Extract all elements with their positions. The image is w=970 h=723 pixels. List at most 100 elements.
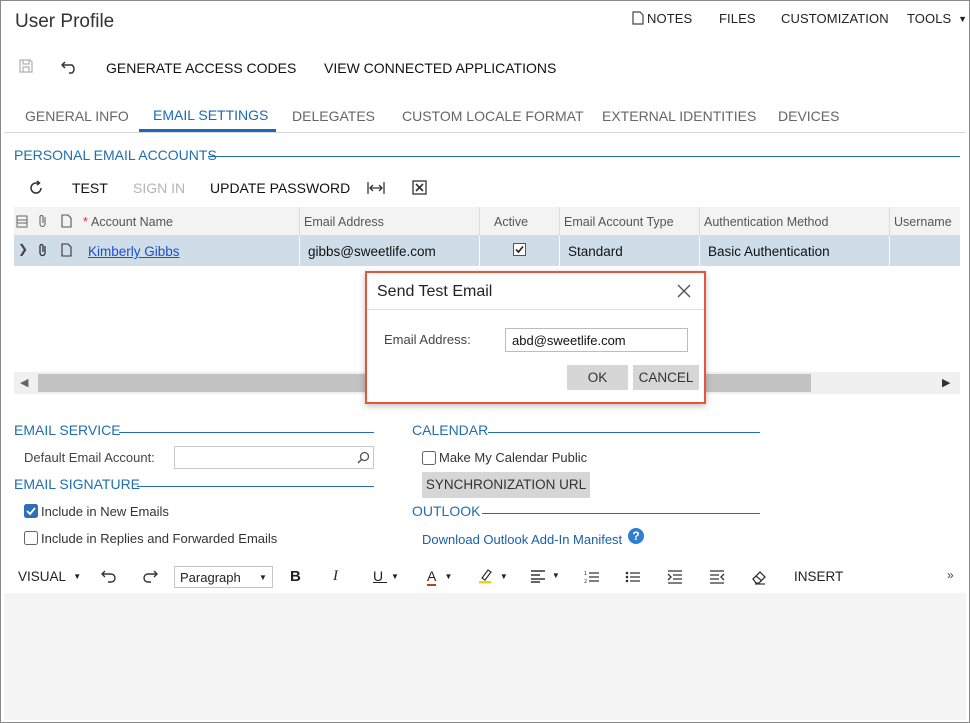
col-separator	[479, 207, 480, 236]
auth-method-cell[interactable]: Basic Authentication	[708, 244, 830, 259]
tab-delegates[interactable]: DELEGATES	[292, 108, 375, 124]
view-connected-applications-button[interactable]: VIEW CONNECTED APPLICATIONS	[324, 60, 556, 76]
col-separator	[299, 207, 300, 236]
account-type-cell[interactable]: Standard	[568, 244, 623, 259]
cell-separator	[699, 236, 700, 266]
col-username[interactable]: Username	[894, 215, 952, 229]
tools-menu[interactable]: TOOLS ▼	[907, 11, 967, 26]
chevron-down-icon: ▼	[958, 14, 968, 24]
tools-label: TOOLS	[907, 11, 952, 26]
tab-custom-locale-format[interactable]: CUSTOM LOCALE FORMAT	[402, 108, 584, 124]
include-new-emails-checkbox[interactable]	[24, 504, 38, 521]
account-name-link[interactable]: Kimberly Gibbs	[88, 244, 180, 259]
search-icon[interactable]	[357, 451, 370, 467]
tab-general-info[interactable]: GENERAL INFO	[25, 108, 129, 124]
export-excel-icon[interactable]	[412, 180, 427, 198]
section-divider	[482, 513, 760, 514]
scroll-right-icon[interactable]: ▶	[942, 376, 950, 389]
grid-header: * Account Name Email Address Active Emai…	[14, 207, 960, 236]
outdent-icon[interactable]	[709, 570, 725, 587]
row-select-icon[interactable]	[16, 215, 28, 231]
col-separator	[889, 207, 890, 236]
svg-text:2: 2	[584, 579, 587, 584]
font-color-button[interactable]: A ▼	[427, 568, 452, 586]
row-expand-icon[interactable]: ❯	[18, 242, 28, 256]
section-divider	[119, 432, 374, 433]
dialog-email-input[interactable]	[505, 328, 688, 352]
underline-button[interactable]: U ▼	[373, 568, 399, 584]
font-color-label: A	[427, 568, 436, 586]
fit-columns-icon[interactable]	[367, 181, 385, 198]
sign-in-button[interactable]: SIGN IN	[133, 180, 185, 196]
synchronization-url-button[interactable]: SYNCHRONIZATION URL	[422, 472, 590, 498]
refresh-icon[interactable]	[28, 180, 44, 199]
tab-devices[interactable]: DEVICES	[778, 108, 839, 124]
cell-separator	[889, 236, 890, 266]
scroll-left-icon[interactable]: ◀	[20, 376, 28, 389]
col-active[interactable]: Active	[494, 215, 528, 229]
section-divider	[208, 156, 960, 157]
outlook-title: OUTLOOK	[412, 503, 481, 519]
cell-separator	[479, 236, 480, 266]
signature-editor-area[interactable]	[4, 593, 966, 720]
tab-external-identities[interactable]: EXTERNAL IDENTITIES	[602, 108, 756, 124]
indent-icon[interactable]	[667, 570, 683, 587]
underline-label: U	[373, 568, 384, 584]
test-button[interactable]: TEST	[72, 180, 108, 196]
dialog-divider	[367, 309, 704, 310]
update-password-button[interactable]: UPDATE PASSWORD	[210, 180, 350, 196]
attachment-header-icon	[38, 214, 48, 231]
generate-access-codes-button[interactable]: GENERATE ACCESS CODES	[106, 60, 296, 76]
active-checkbox[interactable]	[513, 243, 526, 259]
svg-text:1: 1	[584, 571, 587, 577]
calendar-title: CALENDAR	[412, 422, 489, 438]
italic-button[interactable]: I	[333, 568, 338, 585]
visual-mode-dropdown[interactable]: VISUAL ▼	[18, 569, 81, 584]
col-auth-method[interactable]: Authentication Method	[704, 215, 828, 229]
section-divider	[488, 432, 760, 433]
notes-button[interactable]: NOTES	[632, 11, 692, 26]
calendar-public-label: Make My Calendar Public	[439, 450, 588, 465]
align-button[interactable]: ▼	[530, 570, 560, 586]
close-icon[interactable]	[677, 284, 691, 301]
col-account-name[interactable]: Account Name	[91, 215, 173, 229]
ok-button[interactable]: OK	[567, 365, 628, 390]
help-icon[interactable]: ?	[628, 528, 644, 544]
files-button[interactable]: FILES	[719, 11, 756, 26]
include-replies-checkbox[interactable]	[24, 531, 38, 548]
notes-label: NOTES	[647, 11, 693, 26]
email-service-title: EMAIL SERVICE	[14, 422, 121, 438]
eraser-icon[interactable]	[751, 569, 767, 588]
cancel-button[interactable]: CANCEL	[633, 365, 699, 390]
attachment-icon[interactable]	[38, 243, 48, 260]
col-account-type[interactable]: Email Account Type	[564, 215, 674, 229]
more-options-icon[interactable]: »	[947, 568, 954, 582]
table-row[interactable]: ❯ Kimberly Gibbs gibbs@sweetlife.com Sta…	[14, 236, 960, 266]
redo-icon[interactable]	[142, 569, 158, 586]
visual-mode-label: VISUAL	[18, 569, 66, 584]
required-mark: *	[83, 215, 88, 229]
numbered-list-icon[interactable]: 12	[584, 570, 600, 587]
default-email-account-field[interactable]	[174, 446, 374, 469]
note-header-icon	[61, 214, 72, 231]
default-email-account-label: Default Email Account:	[24, 450, 155, 465]
highlight-button[interactable]: ▼	[478, 568, 508, 587]
save-icon[interactable]	[18, 58, 34, 77]
undo-icon[interactable]	[60, 58, 79, 77]
customization-button[interactable]: CUSTOMIZATION	[781, 11, 889, 26]
tab-email-settings[interactable]: EMAIL SETTINGS	[153, 107, 268, 123]
col-email-address[interactable]: Email Address	[304, 215, 384, 229]
email-address-cell[interactable]: gibbs@sweetlife.com	[308, 244, 436, 259]
outlook-manifest-link[interactable]: Download Outlook Add-In Manifest	[422, 532, 622, 547]
undo-icon[interactable]	[101, 569, 117, 586]
calendar-public-checkbox[interactable]	[422, 451, 436, 468]
bold-button[interactable]: B	[290, 568, 301, 585]
dialog-title: Send Test Email	[377, 283, 493, 300]
note-icon[interactable]	[61, 243, 72, 260]
insert-button[interactable]: INSERT	[794, 569, 843, 584]
tab-divider	[4, 132, 966, 133]
bullet-list-icon[interactable]	[625, 570, 641, 587]
paragraph-format-value: Paragraph	[180, 570, 241, 585]
paragraph-format-select[interactable]: Paragraph ▼	[174, 566, 273, 588]
personal-email-accounts-title: PERSONAL EMAIL ACCOUNTS	[14, 147, 217, 163]
